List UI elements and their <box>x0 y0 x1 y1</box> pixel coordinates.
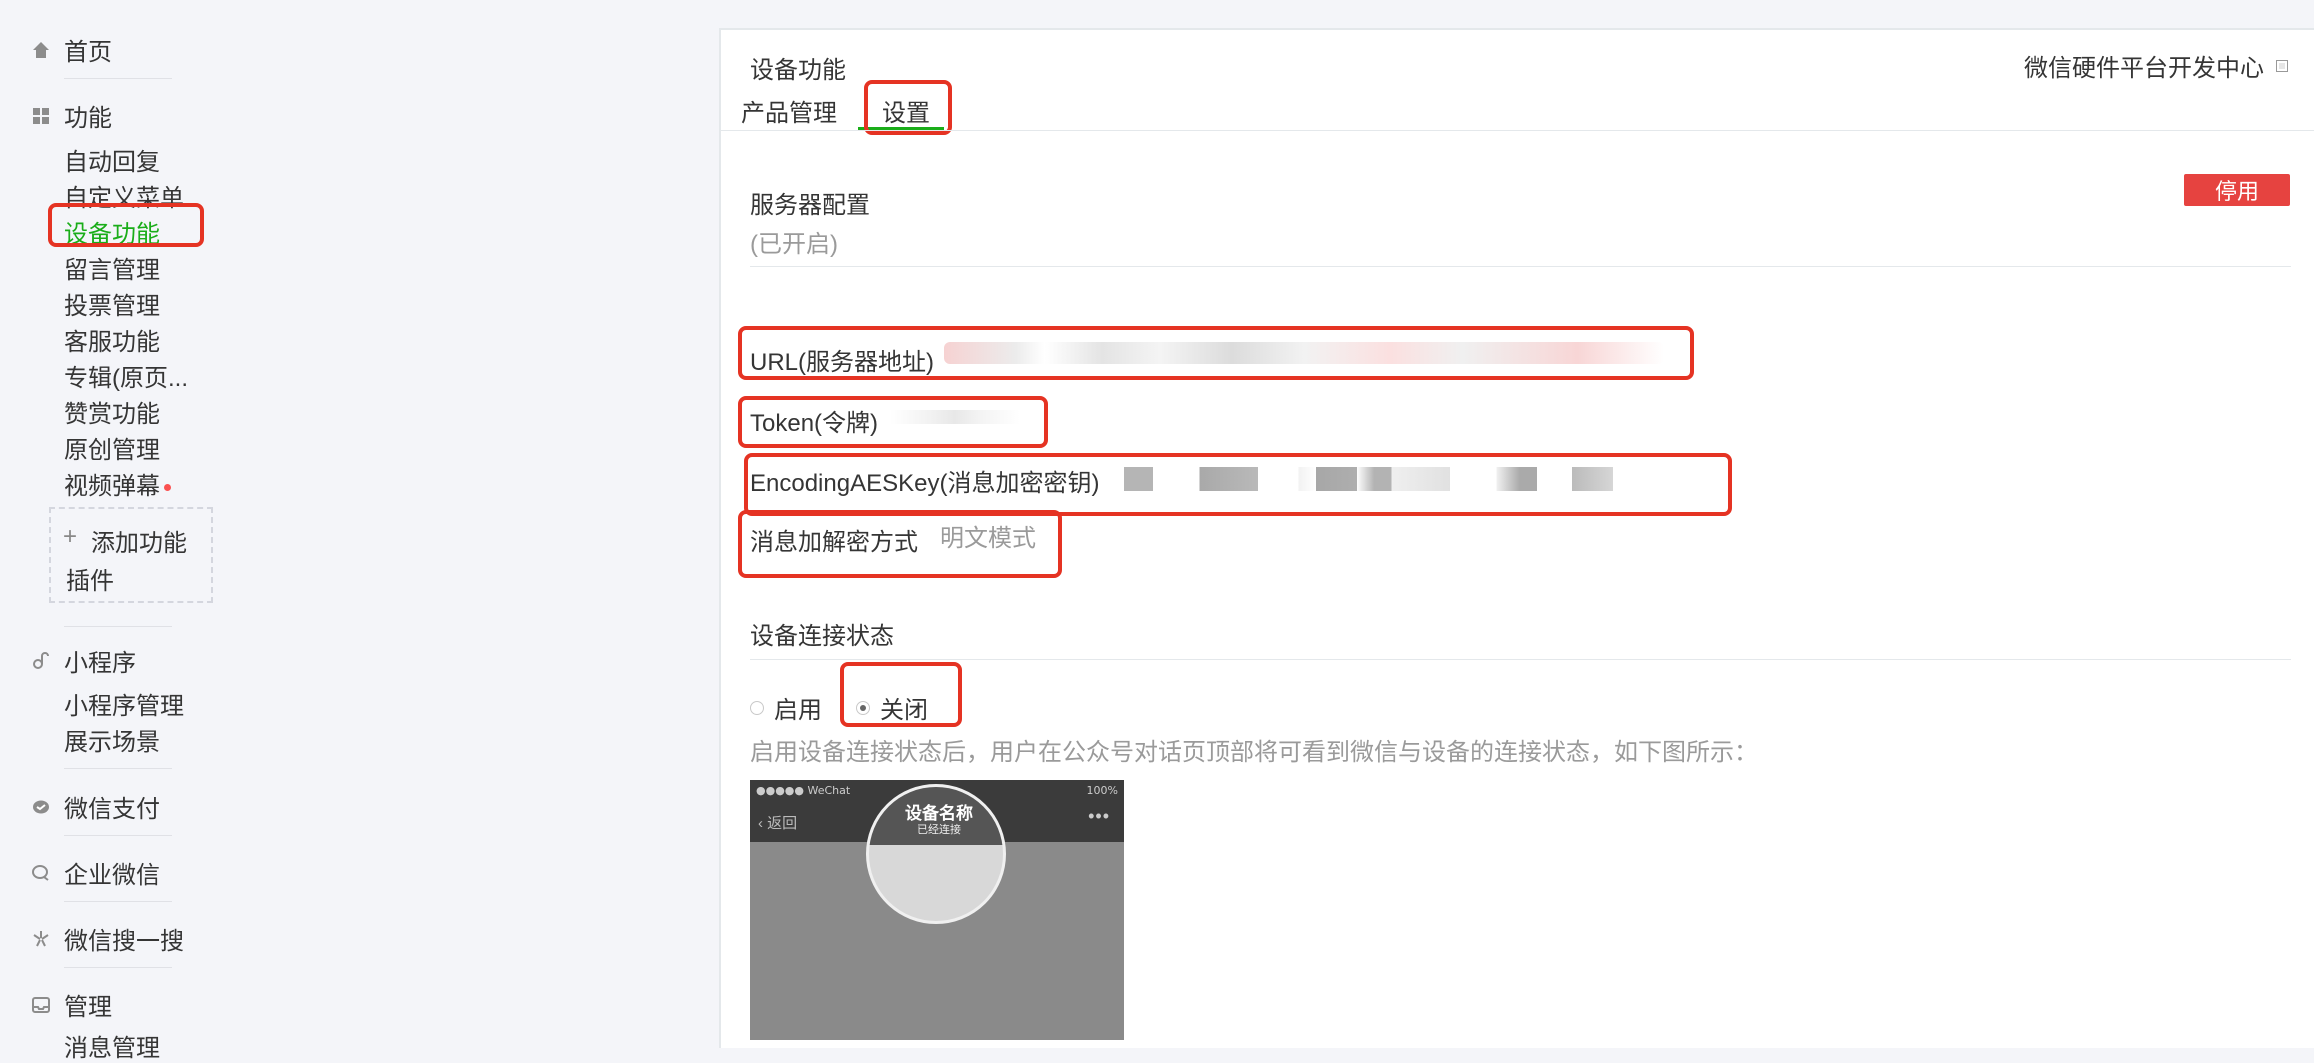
url-value-blurred <box>944 342 1664 364</box>
server-config-title: 服务器配置 <box>750 192 870 219</box>
sidebar-item-video-danmaku[interactable]: 视频弹幕 <box>64 466 171 501</box>
nav-wechat-search-label: 微信搜一搜 <box>64 928 184 955</box>
aes-key-value-blurred <box>1124 467 1706 491</box>
divider <box>64 835 172 836</box>
token-value-blurred <box>890 410 1020 424</box>
nav-home-label: 首页 <box>64 39 112 66</box>
divider <box>64 901 172 902</box>
sidebar-item-auto-reply[interactable]: 自动回复 <box>64 142 160 177</box>
external-link-icon <box>2276 59 2288 72</box>
add-plugin-label-2: 插件 <box>66 568 114 595</box>
sidebar-item-video-danmaku-label: 视频弹幕 <box>64 473 160 500</box>
encrypt-mode-value: 明文模式 <box>940 525 1036 552</box>
nav-features[interactable]: 功能 <box>30 98 112 133</box>
nav-manage-label: 管理 <box>64 994 112 1021</box>
connection-status-title: 设备连接状态 <box>750 623 894 650</box>
chat-bubble-icon <box>30 862 52 884</box>
radio-disable[interactable]: 关闭 <box>856 690 928 725</box>
aes-key-label: EncodingAESKey(消息加密密钥) <box>750 470 1100 497</box>
radio-enable-circle[interactable] <box>750 700 764 715</box>
sidebar-item-comments[interactable]: 留言管理 <box>64 250 160 285</box>
demo-device-status: 已经连接 <box>917 824 961 836</box>
demo-more-icon: ••• <box>1088 806 1110 826</box>
url-label: URL(服务器地址) <box>750 349 934 376</box>
wechat-pay-icon <box>30 796 52 818</box>
nav-enterprise-wechat[interactable]: 企业微信 <box>30 855 160 890</box>
inbox-icon <box>30 994 52 1016</box>
dev-center-label: 微信硬件平台开发中心 <box>2024 55 2264 82</box>
demo-carrier: ●●●●● WeChat <box>756 784 851 797</box>
sidebar-item-customer-service[interactable]: 客服功能 <box>64 322 160 357</box>
nav-wechat-pay-label: 微信支付 <box>64 796 160 823</box>
tab-product-manage[interactable]: 产品管理 <box>741 93 837 128</box>
divider <box>64 768 172 769</box>
nav-enterprise-wechat-label: 企业微信 <box>64 862 160 889</box>
nav-miniprogram-label: 小程序 <box>64 650 136 677</box>
add-plugin-button[interactable]: + 添加功能 插件 <box>49 507 213 603</box>
nav-miniprogram[interactable]: 小程序 <box>30 643 136 678</box>
section-divider <box>750 659 2291 660</box>
home-icon <box>30 39 52 61</box>
connection-status-description: 启用设备连接状态后，用户在公众号对话页顶部将可看到微信与设备的连接状态，如下图所… <box>750 739 1758 766</box>
demo-back: ‹ 返回 <box>758 815 798 832</box>
radio-disable-label: 关闭 <box>880 697 928 724</box>
nav-wechat-search[interactable]: 微信搜一搜 <box>30 921 184 956</box>
grid-icon <box>30 105 52 127</box>
nav-wechat-pay[interactable]: 微信支付 <box>30 789 160 824</box>
disable-button[interactable]: 停用 <box>2184 174 2290 206</box>
radio-enable-label: 启用 <box>774 697 822 724</box>
divider <box>64 626 172 627</box>
sidebar-item-display-scenes[interactable]: 展示场景 <box>64 722 160 757</box>
nav-manage[interactable]: 管理 <box>30 987 112 1022</box>
sidebar: 首页 功能 自动回复 自定义菜单 设备功能 留言管理 投票管理 客服功能 专辑(… <box>0 0 320 1062</box>
new-dot-badge <box>164 484 171 492</box>
plus-icon: + <box>63 523 78 550</box>
server-config-status: (已开启) <box>750 231 838 258</box>
radio-disable-circle[interactable] <box>856 700 870 715</box>
nav-home[interactable]: 首页 <box>30 32 112 67</box>
sidebar-item-custom-menu[interactable]: 自定义菜单 <box>64 178 184 213</box>
dev-center-link[interactable]: 微信硬件平台开发中心 <box>2024 48 2288 83</box>
section-divider <box>750 266 2291 267</box>
radio-enable[interactable]: 启用 <box>750 690 822 725</box>
tab-settings[interactable]: 设置 <box>882 93 930 128</box>
sidebar-item-rewards[interactable]: 赞赏功能 <box>64 394 160 429</box>
divider <box>64 967 172 968</box>
token-label: Token(令牌) <box>750 410 879 437</box>
demo-back-label: 返回 <box>767 815 798 832</box>
demo-battery: 100% <box>1086 784 1118 797</box>
demo-magnifier-circle: 设备名称 已经连接 <box>866 784 1006 924</box>
link-icon <box>30 650 52 672</box>
page-title: 设备功能 <box>750 57 846 84</box>
sidebar-item-albums[interactable]: 专辑(原页... <box>64 358 188 393</box>
search-sparkle-icon <box>30 928 52 950</box>
sidebar-item-miniprogram-manage[interactable]: 小程序管理 <box>64 686 184 721</box>
encrypt-mode-label: 消息加解密方式 <box>750 529 918 556</box>
sidebar-item-votes[interactable]: 投票管理 <box>64 286 160 321</box>
connection-status-demo-image: ●●●●● WeChat 100% ‹ 返回 ••• 设备名称 已经连接 <box>750 780 1124 1040</box>
sidebar-item-device-functions[interactable]: 设备功能 <box>64 214 160 249</box>
nav-features-label: 功能 <box>64 105 112 132</box>
divider <box>64 78 172 79</box>
sidebar-item-original[interactable]: 原创管理 <box>64 430 160 465</box>
add-plugin-label-1: 添加功能 <box>91 530 187 557</box>
tabs-divider <box>721 130 2314 131</box>
